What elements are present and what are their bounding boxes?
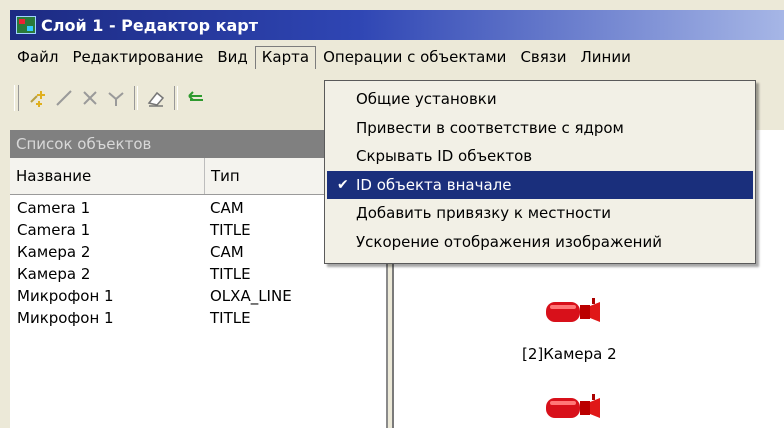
map-menu-dropdown: Общие установки Привести в соответствие … (324, 80, 756, 264)
cell-type: TITLE (210, 265, 251, 283)
menu-edit[interactable]: Редактирование (65, 46, 210, 69)
checkmark-icon: ✔ (337, 176, 349, 193)
cell-type: CAM (210, 199, 244, 217)
menu-view[interactable]: Вид (210, 46, 254, 69)
menu-item-label: Ускорение отображения изображений (356, 232, 662, 251)
cell-name: Микрофон 1 (17, 287, 114, 305)
menu-item-label: Общие установки (356, 90, 497, 108)
menu-item-image-acceleration[interactable]: Ускорение отображения изображений (325, 228, 755, 257)
map-object-label[interactable]: [2]Камера 2 (522, 345, 617, 363)
menu-lines[interactable]: Линии (574, 46, 638, 69)
draw-line-icon[interactable] (51, 85, 77, 111)
cell-name: Camera 1 (17, 199, 91, 217)
cell-name: Камера 2 (17, 243, 91, 261)
menu-item-label: Скрывать ID объектов (356, 147, 533, 165)
add-object-icon[interactable] (25, 85, 51, 111)
eraser-icon[interactable] (143, 85, 169, 111)
app-icon (16, 16, 36, 34)
cell-name: Камера 2 (17, 265, 91, 283)
toolbar-grip[interactable] (14, 85, 19, 111)
cell-type: TITLE (210, 309, 251, 327)
cell-type: CAM (210, 243, 244, 261)
title-bar: Слой 1 - Редактор карт (10, 10, 784, 40)
cell-type: TITLE (210, 221, 251, 239)
menu-file[interactable]: Файл (10, 46, 65, 69)
node-icon[interactable] (103, 85, 129, 111)
cell-type: OLXA_LINE (210, 287, 292, 305)
menu-item-hide-object-ids[interactable]: Скрывать ID объектов (325, 142, 755, 171)
table-row[interactable]: Микрофон 1 TITLE (10, 307, 386, 329)
camera-icon[interactable] (544, 392, 604, 422)
menu-item-label: Привести в соответствие с ядром (356, 118, 624, 137)
menu-item-general-settings[interactable]: Общие установки (325, 85, 755, 114)
menu-item-id-first[interactable]: ✔ ID объекта вначале (327, 170, 753, 199)
window-title: Слой 1 - Редактор карт (41, 15, 258, 35)
cell-name: Микрофон 1 (17, 309, 114, 327)
menu-links[interactable]: Связи (513, 46, 573, 69)
toolbar-separator (174, 86, 178, 110)
menu-map[interactable]: Карта (254, 45, 317, 69)
cell-name: Camera 1 (17, 221, 91, 239)
table-row[interactable]: Камера 2 TITLE (10, 263, 386, 285)
menu-bar: Файл Редактирование Вид Карта Операции с… (10, 44, 784, 70)
toolbar-separator (134, 86, 138, 110)
delete-icon[interactable] (77, 85, 103, 111)
camera-icon[interactable] (544, 296, 604, 326)
arrow-icon[interactable] (183, 85, 209, 111)
menu-object-operations[interactable]: Операции с объектами (316, 46, 513, 69)
menu-item-label: ID объекта вначале (356, 175, 512, 194)
table-row[interactable]: Микрофон 1 OLXA_LINE (10, 285, 386, 307)
menu-item-sync-with-core[interactable]: Привести в соответствие с ядром (325, 114, 755, 143)
column-header-name[interactable]: Название (10, 158, 205, 194)
menu-item-add-geo-binding[interactable]: Добавить привязку к местности (325, 199, 755, 228)
menu-item-label: Добавить привязку к местности (356, 204, 611, 222)
